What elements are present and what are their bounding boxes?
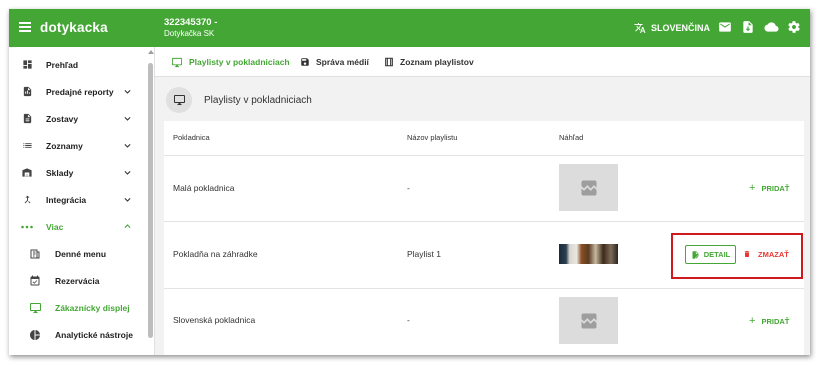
sidebar-item-sklady[interactable]: Sklady [9,159,149,186]
detail-button[interactable]: DETAIL [685,245,736,264]
sidebar-item-label: Denné menu [55,248,107,259]
sidebar-item-label: Zákaznícky displej [55,302,130,313]
tab-sprava-medii[interactable]: Správa médií [300,47,369,77]
sidebar-item-label: Zostavy [46,113,79,124]
chevron-down-icon [124,116,131,121]
list-icon [20,139,34,153]
tab-zoznam-playlistov[interactable]: Zoznam playlistov [384,47,474,77]
table-row-playlist: - [407,183,410,193]
tab-playlisty-v-pokladniciach[interactable]: Playlisty v pokladniciach [171,47,290,77]
more-icon [20,220,34,234]
tab-label: Zoznam playlistov [400,57,474,67]
monitor-icon [28,301,42,315]
add-button[interactable]: + PRIDAŤ [749,182,789,194]
chevron-down-icon [124,170,131,175]
trash-icon [744,251,750,257]
scroll-up-arrow[interactable] [148,50,154,54]
sidebar-item-predajne-reporty[interactable]: Predajné reporty [9,78,149,105]
add-button[interactable]: + PRIDAŤ [749,315,789,327]
table-row-playlist: Playlist 1 [407,249,442,259]
detail-button-label: DETAIL [703,250,731,259]
table-row-register: Pokladňa na záhradke [173,249,258,259]
sidebar-item-label: Integrácia [46,194,87,205]
sidebar-item-zoznamy[interactable]: Zoznamy [9,132,149,159]
monitor-icon [171,57,183,67]
preview-image [559,244,618,264]
book-icon [385,57,393,67]
tab-label: Správa médií [316,57,369,67]
preview-placeholder [559,297,618,344]
warehouse-icon [20,166,34,180]
monitor-icon [166,87,192,113]
divider [164,288,804,289]
add-button-label: PRIDAŤ [761,183,790,193]
dashboard-icon [20,58,34,72]
sidebar-item-label: Prehľad [46,59,79,70]
sidebar-item-zostavy[interactable]: Zostavy [9,105,149,132]
language-selector[interactable]: SLOVENČINA [634,22,710,34]
divider [164,155,804,156]
save-icon [301,58,309,66]
calendar-check-icon [28,274,42,288]
add-button-label: PRIDAŤ [761,316,790,326]
menu-icon[interactable] [19,22,31,32]
divider [164,221,804,222]
gear-icon[interactable] [787,20,801,34]
report-icon [20,85,34,99]
chevron-down-icon [124,197,131,202]
language-label: SLOVENČINA [651,23,711,33]
chevron-up-icon [124,224,131,229]
image-placeholder-icon [581,180,596,195]
sidebar: Prehľad Predajné reporty Zostavy Zoznamy… [9,47,155,355]
sidebar-item-label: Viac [46,221,64,232]
image-placeholder-icon [581,313,596,328]
sidebar-item-label: Zoznamy [46,140,83,151]
tab-bar: Playlisty v pokladniciach Správa médií Z… [155,47,810,77]
section-header: Playlisty v pokladniciach [166,87,312,113]
section-title: Playlisty v pokladniciach [204,94,312,106]
sidebar-scrollbar[interactable] [148,63,153,338]
sidebar-item-analyticke-nastroje[interactable]: Analytické nástroje [9,321,149,348]
table-row-register: Malá pokladnica [173,183,235,193]
column-header-nahlad: Náhľad [559,133,584,142]
account-name[interactable]: Dotykačka SK [164,29,214,38]
translate-icon [634,23,646,33]
plus-icon: + [749,315,756,327]
menu-book-icon [28,247,42,261]
plus-icon: + [749,182,756,194]
sidebar-item-zakaznicky-displej[interactable]: Zákaznícky displej [9,294,149,321]
sidebar-item-prehlad[interactable]: Prehľad [9,51,149,78]
chevron-down-icon [124,143,131,148]
sidebar-item-rezervacia[interactable]: Rezervácia [9,267,149,294]
sidebar-item-label: Predajné reporty [46,86,114,97]
delete-button[interactable]: ZMAZAŤ [743,249,789,259]
top-bar: dotykacka 322345370 - Dotykačka SK SLOVE… [9,9,810,47]
preview-placeholder [559,164,618,211]
brand-logo[interactable]: dotykacka [40,20,108,35]
sidebar-item-label: Sklady [46,167,74,178]
sidebar-item-label: Rezervácia [55,275,100,286]
sidebar-item-denne-menu[interactable]: Denné menu [9,240,149,267]
merge-icon [20,193,34,207]
sidebar-item-integracia[interactable]: Integrácia [9,186,149,213]
file-download-icon[interactable] [741,20,755,34]
cloud-icon[interactable] [764,20,779,34]
table-row-register: Slovenská pokladnica [173,315,256,325]
tab-label: Playlisty v pokladniciach [189,57,290,67]
mail-icon[interactable] [718,20,732,34]
column-header-pokladnica: Pokladnica [173,133,210,142]
delete-button-label: ZMAZAŤ [758,249,789,259]
account-id[interactable]: 322345370 - [164,17,217,28]
edit-document-icon [692,250,699,259]
document-icon [20,112,34,126]
chevron-down-icon [124,89,131,94]
column-header-nazov-playlistu: Názov playlistu [407,133,458,142]
sidebar-item-viac[interactable]: Viac [9,213,149,240]
table-row-playlist: - [407,315,410,325]
app-window: dotykacka 322345370 - Dotykačka SK SLOVE… [9,9,810,355]
sidebar-item-label: Analytické nástroje [55,329,133,340]
pie-chart-icon [28,328,42,342]
